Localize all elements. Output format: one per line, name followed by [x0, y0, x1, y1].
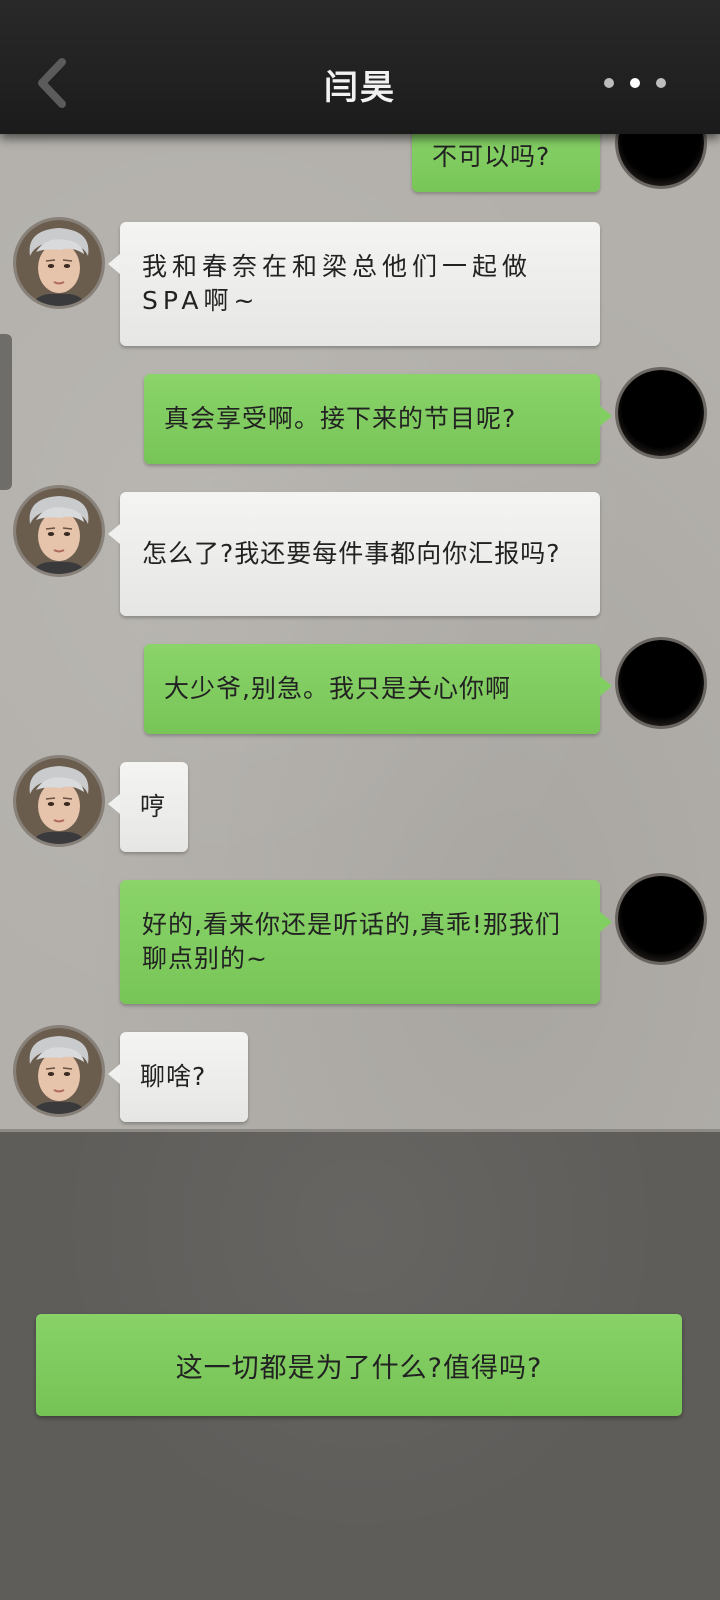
- reply-option-button[interactable]: 这一切都是为了什么?值得吗?: [36, 1314, 682, 1416]
- contact-avatar[interactable]: [16, 758, 102, 844]
- scroll-handle[interactable]: [0, 334, 12, 490]
- message-bubble-sent: 真会享受啊。接下来的节目呢?: [144, 374, 612, 464]
- user-avatar[interactable]: [618, 370, 704, 456]
- message-bubble-received: 聊啥?: [108, 1032, 248, 1122]
- message-bubble-received: 我和春奈在和梁总他们一起做SPA啊~: [108, 222, 600, 346]
- top-bar: 闫昊: [0, 0, 720, 134]
- message-bubble-sent: 好的,看来你还是听话的,真乖!那我们聊点别的~: [120, 880, 612, 1004]
- contact-avatar[interactable]: [16, 220, 102, 306]
- message-bubble-sent: 不可以吗?: [412, 134, 600, 192]
- message-text: 怎么了?我还要每件事都向你汇报吗?: [142, 539, 561, 568]
- message-text: 哼: [140, 792, 167, 821]
- user-avatar[interactable]: [618, 134, 704, 186]
- message-text: 真会享受啊。接下来的节目呢?: [164, 404, 517, 433]
- user-avatar[interactable]: [618, 876, 704, 962]
- more-horizontal-icon[interactable]: [604, 78, 666, 88]
- user-avatar[interactable]: [618, 640, 704, 726]
- message-text: 大少爷,别急。我只是关心你啊: [164, 674, 511, 703]
- message-text: 聊啥?: [140, 1062, 207, 1091]
- reply-option-label: 这一切都是为了什么?值得吗?: [175, 1352, 543, 1384]
- contact-avatar[interactable]: [16, 1028, 102, 1114]
- message-text: 好的,看来你还是听话的,真乖!那我们聊点别的~: [142, 910, 561, 973]
- message-text: 我和春奈在和梁总他们一起做SPA啊~: [142, 252, 533, 315]
- message-bubble-received: 哼: [108, 762, 188, 852]
- message-text: 不可以吗?: [432, 142, 551, 171]
- message-bubble-received: 怎么了?我还要每件事都向你汇报吗?: [108, 492, 600, 616]
- contact-avatar[interactable]: [16, 488, 102, 574]
- message-bubble-sent: 大少爷,别急。我只是关心你啊: [144, 644, 612, 734]
- chat-area: 不可以吗? 我和春奈在和梁总他们一起做SPA啊~ 真会享受啊。接下来的节目呢? …: [0, 134, 720, 1132]
